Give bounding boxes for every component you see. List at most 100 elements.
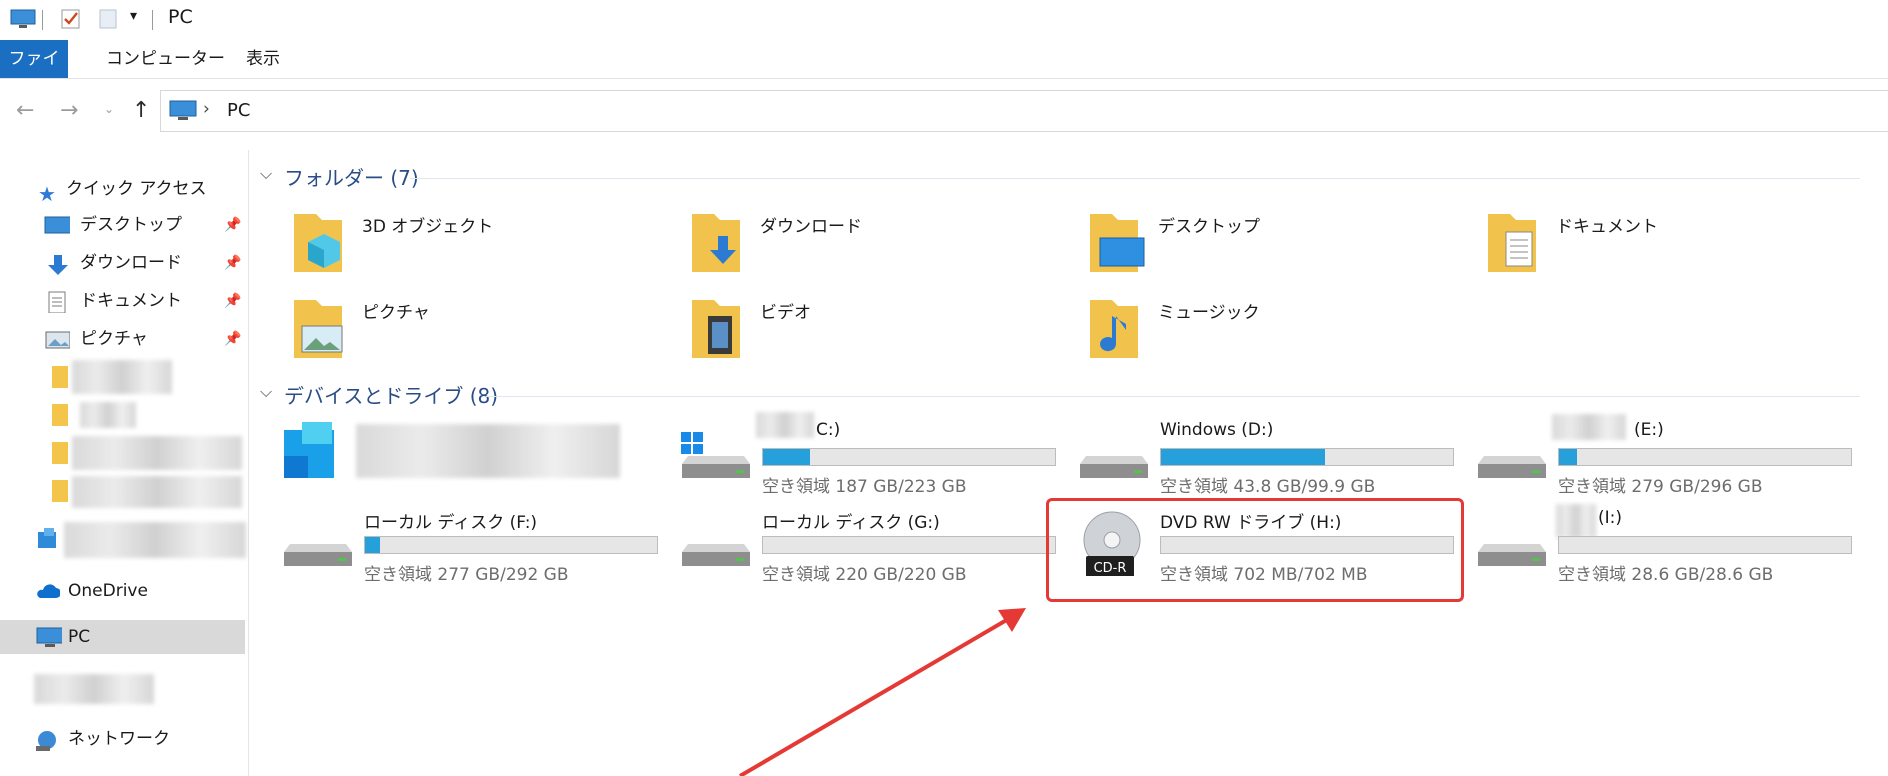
hdd-icon	[1478, 456, 1546, 478]
up-arrow-icon[interactable]: ↑	[132, 98, 150, 123]
star-icon: ★	[38, 182, 56, 206]
drive-name: Windows (D:)	[1160, 420, 1274, 440]
breadcrumb-pc[interactable]: PC	[227, 100, 250, 121]
redacted-folder-name[interactable]	[72, 476, 242, 508]
pin-icon[interactable]: 📌	[224, 208, 241, 242]
pictures-folder-icon	[294, 300, 343, 358]
drive-i[interactable]: (I:) 空き領域 28.6 GB/28.6 GB	[1476, 504, 1860, 586]
network-icon	[36, 731, 56, 751]
drive-g[interactable]: ローカル ディスク (G:) 空き領域 220 GB/220 GB	[680, 508, 1064, 586]
section-title: デバイスとドライブ (8)	[284, 384, 499, 408]
drive-usage-fill	[763, 449, 810, 465]
folder-label: ピクチャ	[362, 303, 430, 323]
drive-e[interactable]: (E:) 空き領域 279 GB/296 GB	[1476, 414, 1860, 498]
hdd-icon	[284, 544, 352, 566]
section-header-drives[interactable]: ⌵ デバイスとドライブ (8)	[260, 380, 1868, 410]
forward-arrow-icon[interactable]: →	[60, 98, 78, 123]
folder-label: ダウンロード	[760, 217, 862, 237]
sidebar-item-label: PC	[68, 627, 91, 647]
drive-name: C:)	[816, 420, 841, 440]
section-divider	[410, 178, 1860, 179]
redacted-folder-name[interactable]	[80, 402, 136, 428]
hdd-icon	[1080, 456, 1148, 478]
pin-icon[interactable]: 📌	[224, 246, 241, 280]
sidebar-item-documents[interactable]: ドキュメント 📌	[44, 284, 264, 318]
address-bar[interactable]: › PC	[160, 90, 1888, 132]
collapse-chevron-icon[interactable]: ⌵	[260, 382, 272, 402]
drive-name: ローカル ディスク (G:)	[762, 513, 940, 533]
section-title: フォルダー (7)	[284, 166, 419, 190]
sidebar-item-label: OneDrive	[68, 581, 148, 601]
pin-icon[interactable]: 📌	[224, 284, 241, 318]
drive-c[interactable]: C:) 空き領域 187 GB/223 GB	[680, 412, 1064, 498]
folder-music[interactable]: ミュージック	[1086, 294, 1466, 374]
cloud-app-icon	[38, 528, 56, 548]
sidebar-item-pc[interactable]: PC	[0, 620, 245, 654]
collapse-chevron-icon[interactable]: ⌵	[260, 164, 272, 184]
redacted-folder-name[interactable]	[72, 360, 172, 394]
breadcrumb-chevron-icon[interactable]: ›	[203, 99, 210, 119]
redacted-item-name[interactable]	[64, 522, 246, 558]
drive-free-space: 空き領域 277 GB/292 GB	[364, 565, 569, 585]
highlight-box	[1046, 498, 1464, 602]
sidebar-item-onedrive[interactable]: OneDrive	[28, 574, 248, 608]
sidebar-item-label: ネットワーク	[68, 729, 170, 749]
properties-check-icon[interactable]	[60, 8, 82, 30]
pin-icon[interactable]: 📌	[224, 322, 241, 356]
drive-free-space: 空き領域 187 GB/223 GB	[762, 477, 967, 497]
recent-locations-icon[interactable]: ⌄	[104, 102, 114, 116]
sidebar-item-pictures[interactable]: ピクチャ 📌	[44, 322, 264, 356]
folder-icon	[52, 404, 68, 426]
redacted-folder-name[interactable]	[72, 436, 242, 470]
navigation-pane: ★ クイック アクセス デスクトップ 📌 ダウンロード 📌 ドキュメント 📌 ピ…	[0, 150, 249, 776]
drive-usage-fill	[1161, 449, 1325, 465]
folder-videos[interactable]: ビデオ	[688, 294, 1068, 374]
folder-icon	[52, 480, 68, 502]
sidebar-item-downloads[interactable]: ダウンロード 📌	[44, 246, 264, 280]
folder-3d-objects[interactable]: 3D オブジェクト	[290, 208, 670, 288]
computer-icon	[36, 627, 62, 647]
folder-label: ミュージック	[1158, 303, 1260, 323]
folder-icon	[52, 442, 68, 464]
computer-icon[interactable]	[10, 8, 36, 30]
folder-desktop[interactable]: デスクトップ	[1086, 208, 1466, 288]
folder-documents[interactable]: ドキュメント	[1484, 208, 1864, 288]
drive-free-space: 空き領域 279 GB/296 GB	[1558, 477, 1763, 497]
new-folder-icon[interactable]	[98, 8, 118, 30]
drive-usage-bar	[762, 536, 1056, 554]
folder-pictures[interactable]: ピクチャ	[290, 294, 670, 374]
drive-usage-fill	[365, 537, 380, 553]
toolbar-separator	[42, 10, 43, 30]
sidebar-item-quick-access[interactable]: ★ クイック アクセス	[28, 172, 248, 206]
sidebar-item-label: ピクチャ	[80, 329, 148, 349]
drive-usage-bar	[762, 448, 1056, 466]
drive-free-space: 空き領域 28.6 GB/28.6 GB	[1558, 565, 1774, 585]
drive-d[interactable]: Windows (D:) 空き領域 43.8 GB/99.9 GB	[1078, 420, 1462, 498]
cloud-drive-icon	[284, 422, 334, 478]
videos-folder-icon	[692, 300, 740, 358]
picture-icon	[45, 331, 70, 349]
tab-computer[interactable]: コンピューター	[92, 40, 239, 78]
computer-icon	[169, 100, 197, 120]
folder-label: デスクトップ	[1158, 217, 1260, 237]
cloud-icon	[37, 584, 60, 598]
folder-downloads[interactable]: ダウンロード	[688, 208, 1068, 288]
back-arrow-icon[interactable]: ←	[16, 98, 34, 123]
customize-toolbar-dropdown-icon[interactable]: ▾	[130, 8, 137, 30]
drive-f[interactable]: ローカル ディスク (F:) 空き領域 277 GB/292 GB	[282, 508, 666, 586]
window-title: PC	[168, 6, 193, 28]
hdd-icon	[1478, 544, 1546, 566]
drive-redacted[interactable]	[282, 420, 666, 498]
redacted-item-name[interactable]	[34, 674, 154, 704]
redacted-drive-label	[1556, 504, 1596, 538]
folder-label: ドキュメント	[1556, 217, 1658, 237]
tab-view[interactable]: 表示	[232, 40, 294, 78]
redacted-drive-label	[756, 412, 814, 438]
title-bar: ▾ PC	[0, 0, 1888, 40]
sidebar-item-network[interactable]: ネットワーク	[28, 722, 248, 756]
tab-file[interactable]: ファイル	[0, 40, 68, 107]
document-icon	[48, 291, 66, 313]
sidebar-item-label: デスクトップ	[80, 215, 182, 235]
section-header-folders[interactable]: ⌵ フォルダー (7)	[260, 162, 1868, 192]
sidebar-item-desktop[interactable]: デスクトップ 📌	[44, 208, 264, 242]
